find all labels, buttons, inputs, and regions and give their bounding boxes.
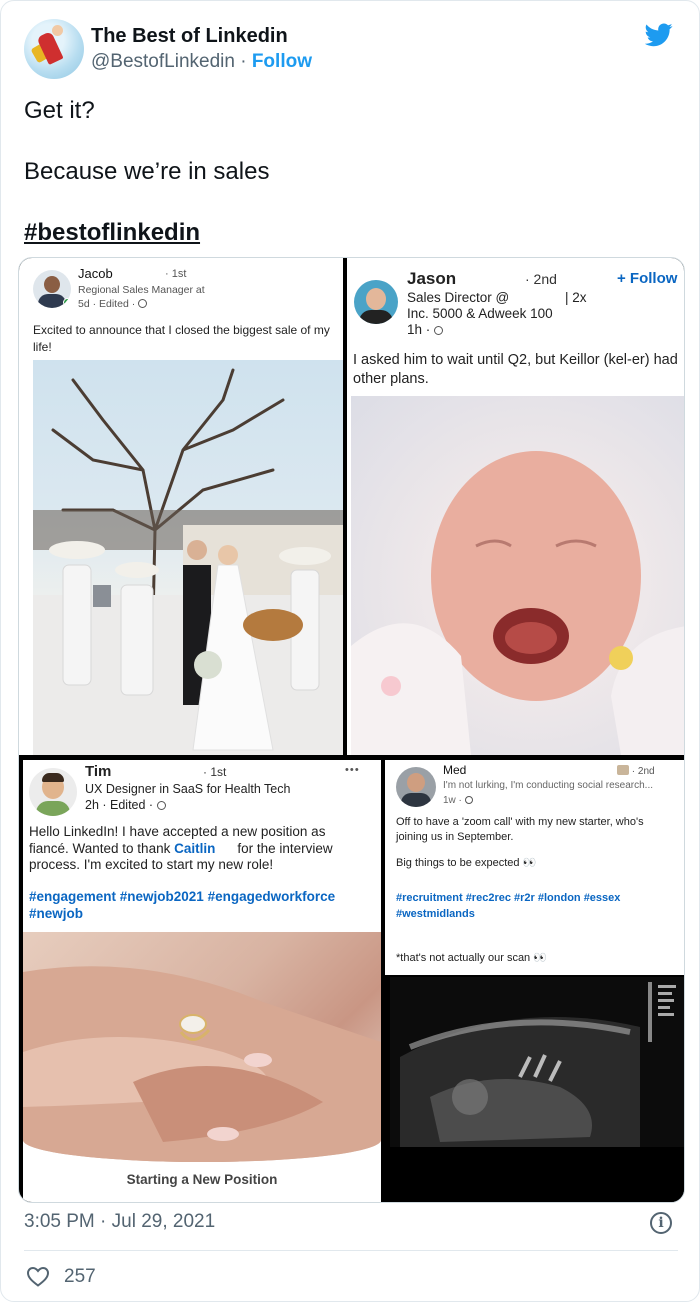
post-med: Med · 2nd I'm not lurking, I'm conductin… xyxy=(385,760,684,1202)
newborn-photo xyxy=(351,396,684,755)
tim-caption: Starting a New Position xyxy=(126,1172,278,1187)
tweet-timestamp[interactable]: 3:05 PM · Jul 29, 2021 xyxy=(24,1211,215,1233)
med-avatar xyxy=(396,767,436,807)
jacob-degree: · 1st xyxy=(165,268,187,280)
jason-title-1: Sales Director @ xyxy=(407,290,510,305)
more-options-icon[interactable]: • • • xyxy=(345,764,359,776)
hashtag-link[interactable]: #bestoflinkedin xyxy=(24,219,200,247)
med-degree: · 2nd xyxy=(617,765,655,777)
globe-icon xyxy=(464,796,473,804)
globe-icon xyxy=(138,299,148,308)
jacob-avatar xyxy=(33,270,71,308)
tim-degree: · 1st xyxy=(203,765,227,779)
heart-icon[interactable] xyxy=(26,1265,50,1287)
engagement-ring-photo xyxy=(23,932,381,1162)
info-icon[interactable]: i xyxy=(650,1212,672,1234)
jason-title-2: Inc. 5000 & Adweek 100 xyxy=(407,306,553,321)
author-handle-row: @BestofLinkedin · Follow xyxy=(91,51,312,73)
image-collage[interactable]: Jacob · 1st Regional Sales Manager at 5d… xyxy=(18,257,685,1203)
tweet-header: The Best of Linkedin @BestofLinkedin · F… xyxy=(24,19,679,81)
tweet-text-line-2: Because we’re in sales xyxy=(24,158,270,185)
post-jason: Jason · 2nd + Follow Sales Director @ | … xyxy=(347,258,684,755)
jacob-body: Excited to announce that I closed the bi… xyxy=(33,323,330,354)
tim-body: Hello LinkedIn! I have accepted a new po… xyxy=(29,824,333,872)
author-avatar[interactable] xyxy=(24,19,84,79)
author-name[interactable]: The Best of Linkedin xyxy=(91,25,288,48)
jason-avatar xyxy=(354,280,398,324)
tim-meta: 2h · Edited · xyxy=(85,798,166,812)
follow-button[interactable]: Follow xyxy=(252,51,312,72)
post-tim: Tim · 1st • • • UX Designer in SaaS for … xyxy=(23,760,381,1202)
author-handle[interactable]: @BestofLinkedin xyxy=(91,51,235,72)
jason-name[interactable]: Jason xyxy=(407,269,456,289)
twitter-bird-icon[interactable] xyxy=(645,23,673,47)
med-hashtags[interactable]: #recruitment #rec2rec #r2r #london #esse… xyxy=(396,890,684,922)
like-count[interactable]: 257 xyxy=(64,1266,96,1288)
tim-hashtags[interactable]: #engagement #newjob2021 #engagedworkforc… xyxy=(29,888,379,922)
tweet-card: The Best of Linkedin @BestofLinkedin · F… xyxy=(0,0,700,1302)
jason-follow-button[interactable]: + Follow xyxy=(617,270,677,287)
jason-body: I asked him to wait until Q2, but Keillo… xyxy=(353,352,678,387)
med-body: Off to have a 'zoom call' with my new st… xyxy=(396,816,644,869)
badge-icon xyxy=(617,765,629,775)
ultrasound-photo xyxy=(390,977,684,1147)
globe-icon xyxy=(434,326,444,335)
tim-name[interactable]: Tim xyxy=(85,763,111,780)
globe-icon xyxy=(156,801,166,810)
jason-meta: 1h · xyxy=(407,322,444,337)
med-title: I'm not lurking, I'm conducting social r… xyxy=(443,780,654,791)
jacob-name[interactable]: Jacob xyxy=(78,266,113,281)
jacob-title: Regional Sales Manager at xyxy=(78,284,205,296)
med-meta: 1w · xyxy=(443,795,473,806)
jason-degree: · 2nd xyxy=(525,271,557,287)
med-name[interactable]: Med xyxy=(443,763,466,777)
tweet-text-line-1: Get it? xyxy=(24,97,95,124)
tim-title: UX Designer in SaaS for Health Tech xyxy=(85,782,291,796)
caitlin-mention[interactable]: Caitlin xyxy=(174,841,215,856)
jason-title-1b: | 2x xyxy=(565,290,587,305)
post-jacob: Jacob · 1st Regional Sales Manager at 5d… xyxy=(19,258,343,755)
separator-dot: · xyxy=(240,51,247,72)
divider xyxy=(24,1250,678,1251)
tim-avatar xyxy=(29,768,77,816)
jacob-meta: 5d · Edited · xyxy=(78,298,148,310)
med-note: *that's not actually our scan 👀 xyxy=(396,952,547,964)
wedding-photo xyxy=(33,360,343,755)
